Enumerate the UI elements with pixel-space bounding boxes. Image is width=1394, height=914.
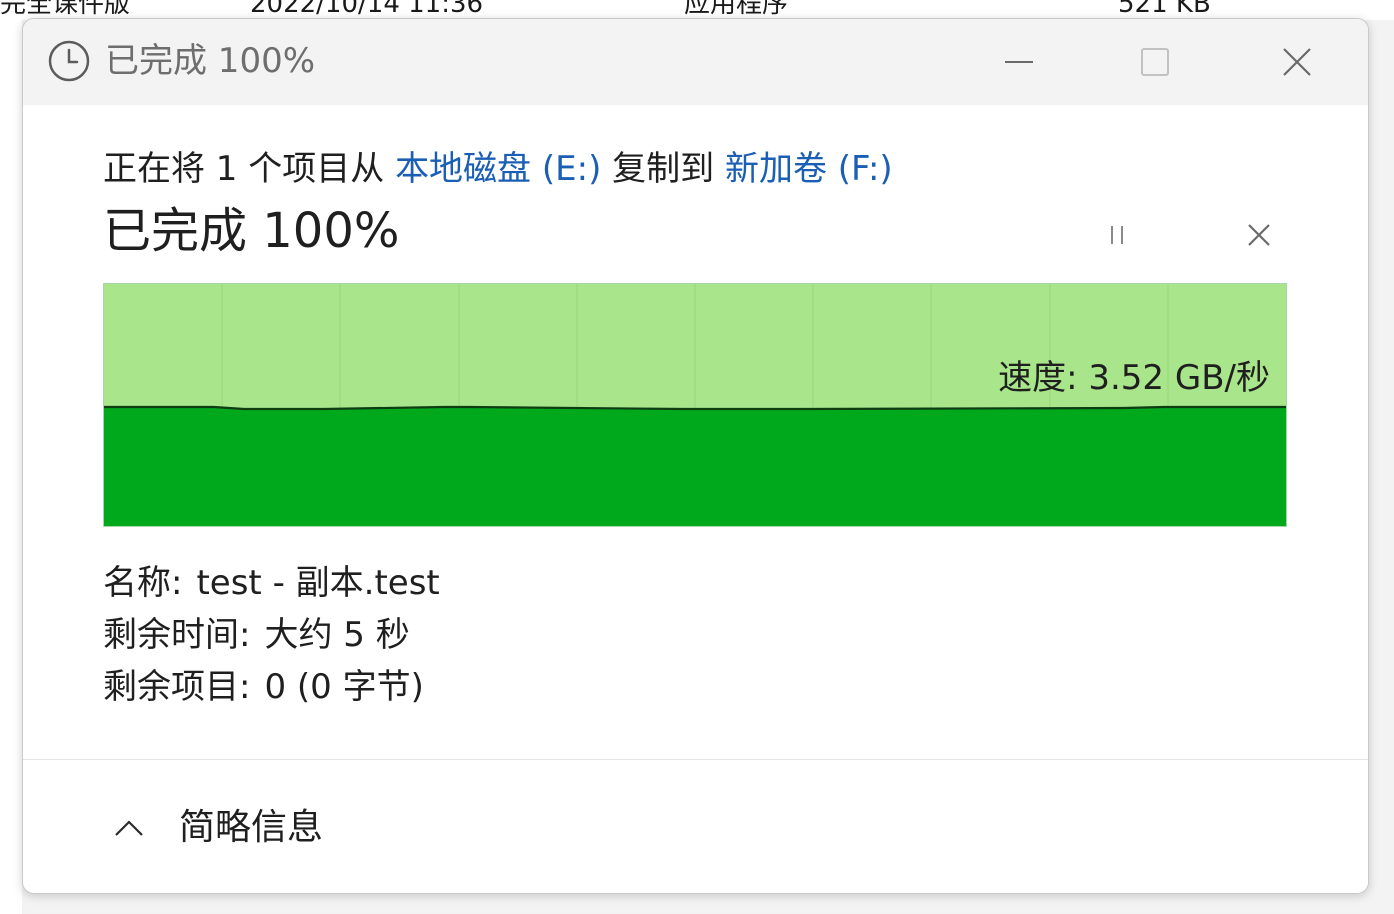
detail-items-label: 剩余项目: xyxy=(103,667,251,707)
less-details-toggle[interactable]: 简略信息 xyxy=(109,804,323,852)
detail-items-value: 0 (0 字节) xyxy=(264,667,424,707)
operation-middle: 复制到 xyxy=(612,149,715,189)
explorer-background xyxy=(0,0,22,914)
pause-icon xyxy=(1111,226,1123,244)
detail-time-value: 大约 5 秒 xyxy=(264,615,410,655)
minimize-button[interactable] xyxy=(989,39,1049,85)
clock-icon xyxy=(47,39,91,83)
title-bar[interactable]: 已完成 100% xyxy=(23,19,1368,105)
file-name: 完全课件版 xyxy=(0,0,131,19)
detail-name: 名称: test - 副本.test xyxy=(103,561,440,605)
pause-button[interactable] xyxy=(1095,215,1139,255)
file-size: 521 KB xyxy=(1118,0,1211,19)
minimize-icon xyxy=(1005,61,1033,63)
explorer-file-row: 完全课件版 2022/10/14 11:36 应用程序 521 KB xyxy=(0,0,1394,20)
detail-time-remaining: 剩余时间: 大约 5 秒 xyxy=(103,613,410,657)
cancel-copy-button[interactable] xyxy=(1237,215,1281,255)
speed-label: 速度: 3.52 GB/秒 xyxy=(998,358,1270,398)
dialog-footer: 简略信息 xyxy=(23,759,1368,893)
operation-description: 正在将 1 个项目从 本地磁盘 (E:) 复制到 新加卷 (F:) xyxy=(103,147,893,191)
cancel-icon xyxy=(1248,224,1270,246)
source-link[interactable]: 本地磁盘 (E:) xyxy=(395,149,601,189)
detail-name-label: 名称: xyxy=(103,563,183,603)
transfer-speed-graph: 速度: 3.52 GB/秒 xyxy=(103,283,1287,527)
chevron-up-icon xyxy=(109,808,149,848)
progress-status: 已完成 100% xyxy=(103,203,400,259)
less-details-label: 简略信息 xyxy=(179,807,324,848)
operation-prefix: 正在将 1 个项目从 xyxy=(103,149,385,189)
detail-time-label: 剩余时间: xyxy=(103,615,251,655)
detail-name-value: test - 副本.test xyxy=(196,563,440,603)
destination-link[interactable]: 新加卷 (F:) xyxy=(725,149,893,189)
speed-graph-canvas xyxy=(104,284,1286,526)
copy-progress-dialog: 已完成 100% 正在将 1 个项目从 本地磁盘 (E:) 复制到 新加卷 (F… xyxy=(22,18,1369,894)
throughput-area xyxy=(104,408,1286,526)
close-icon xyxy=(1283,48,1311,76)
close-button[interactable] xyxy=(1267,39,1327,85)
maximize-icon xyxy=(1141,48,1169,76)
file-type: 应用程序 xyxy=(684,0,789,19)
file-date: 2022/10/14 11:36 xyxy=(250,0,484,19)
maximize-button[interactable] xyxy=(1125,39,1185,85)
window-title: 已完成 100% xyxy=(105,41,316,81)
detail-items-remaining: 剩余项目: 0 (0 字节) xyxy=(103,665,424,709)
